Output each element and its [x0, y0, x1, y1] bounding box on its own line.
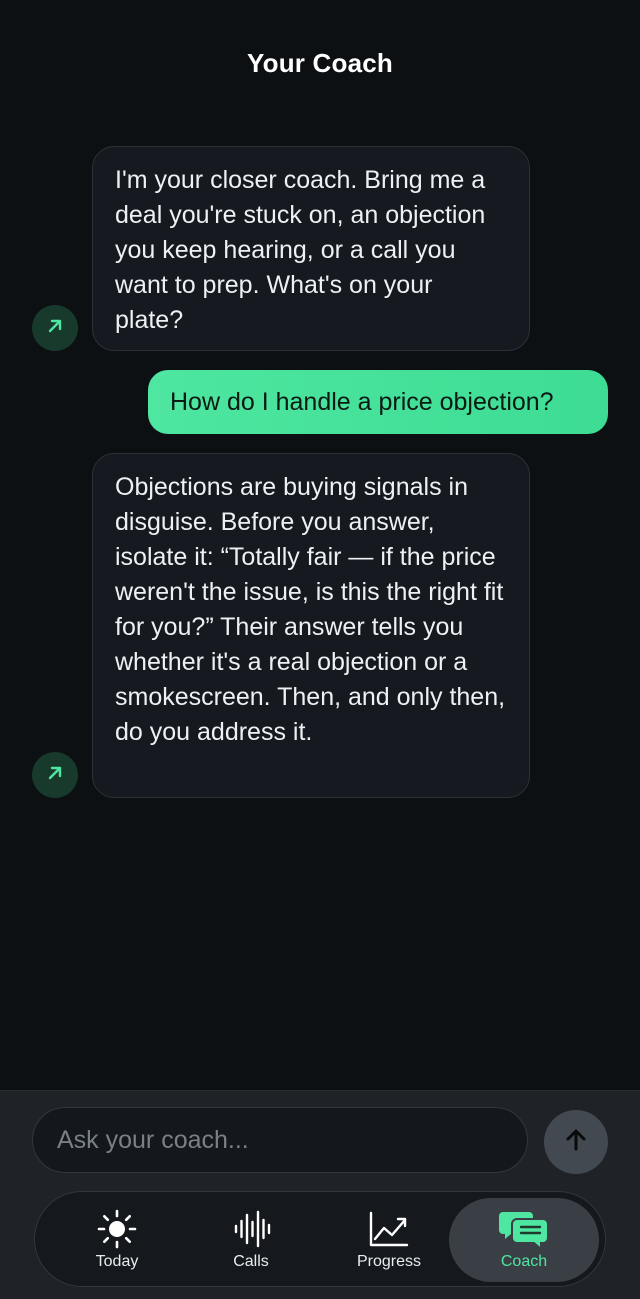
waveform-icon: [231, 1209, 271, 1249]
coach-message: I'm your closer coach. Bring me a deal y…: [32, 146, 532, 351]
bottom-tab-bar: Today Calls Progress Coach: [34, 1191, 606, 1287]
coach-bubble: I'm your closer coach. Bring me a deal y…: [92, 146, 530, 351]
send-button[interactable]: [544, 1110, 608, 1174]
tab-progress[interactable]: Progress: [319, 1198, 459, 1282]
chat-bubbles-icon: [497, 1209, 551, 1250]
tab-label: Progress: [356, 1253, 422, 1270]
coach-message: Objections are buying signals in disguis…: [32, 453, 532, 798]
tab-today[interactable]: Today: [49, 1198, 185, 1282]
trend-chart-icon: [367, 1209, 411, 1249]
arrow-up-icon: [562, 1126, 590, 1159]
arrow-up-right-icon: [45, 316, 65, 341]
coach-avatar: [32, 305, 78, 351]
tab-label: Coach: [500, 1253, 548, 1270]
user-message: How do I handle a price objection?: [148, 370, 608, 434]
chat-thread: I'm your closer coach. Bring me a deal y…: [0, 0, 640, 1090]
tab-label: Calls: [233, 1253, 269, 1270]
tab-calls[interactable]: Calls: [185, 1198, 317, 1282]
ask-coach-input[interactable]: [32, 1107, 528, 1173]
composer-panel: Today Calls: [0, 1090, 640, 1299]
coach-bubble: Objections are buying signals in disguis…: [92, 453, 530, 798]
tab-label: Today: [95, 1253, 139, 1270]
coach-avatar: [32, 752, 78, 798]
arrow-up-right-icon: [45, 763, 65, 788]
tab-coach[interactable]: Coach: [449, 1198, 599, 1282]
sun-icon: [97, 1209, 137, 1249]
